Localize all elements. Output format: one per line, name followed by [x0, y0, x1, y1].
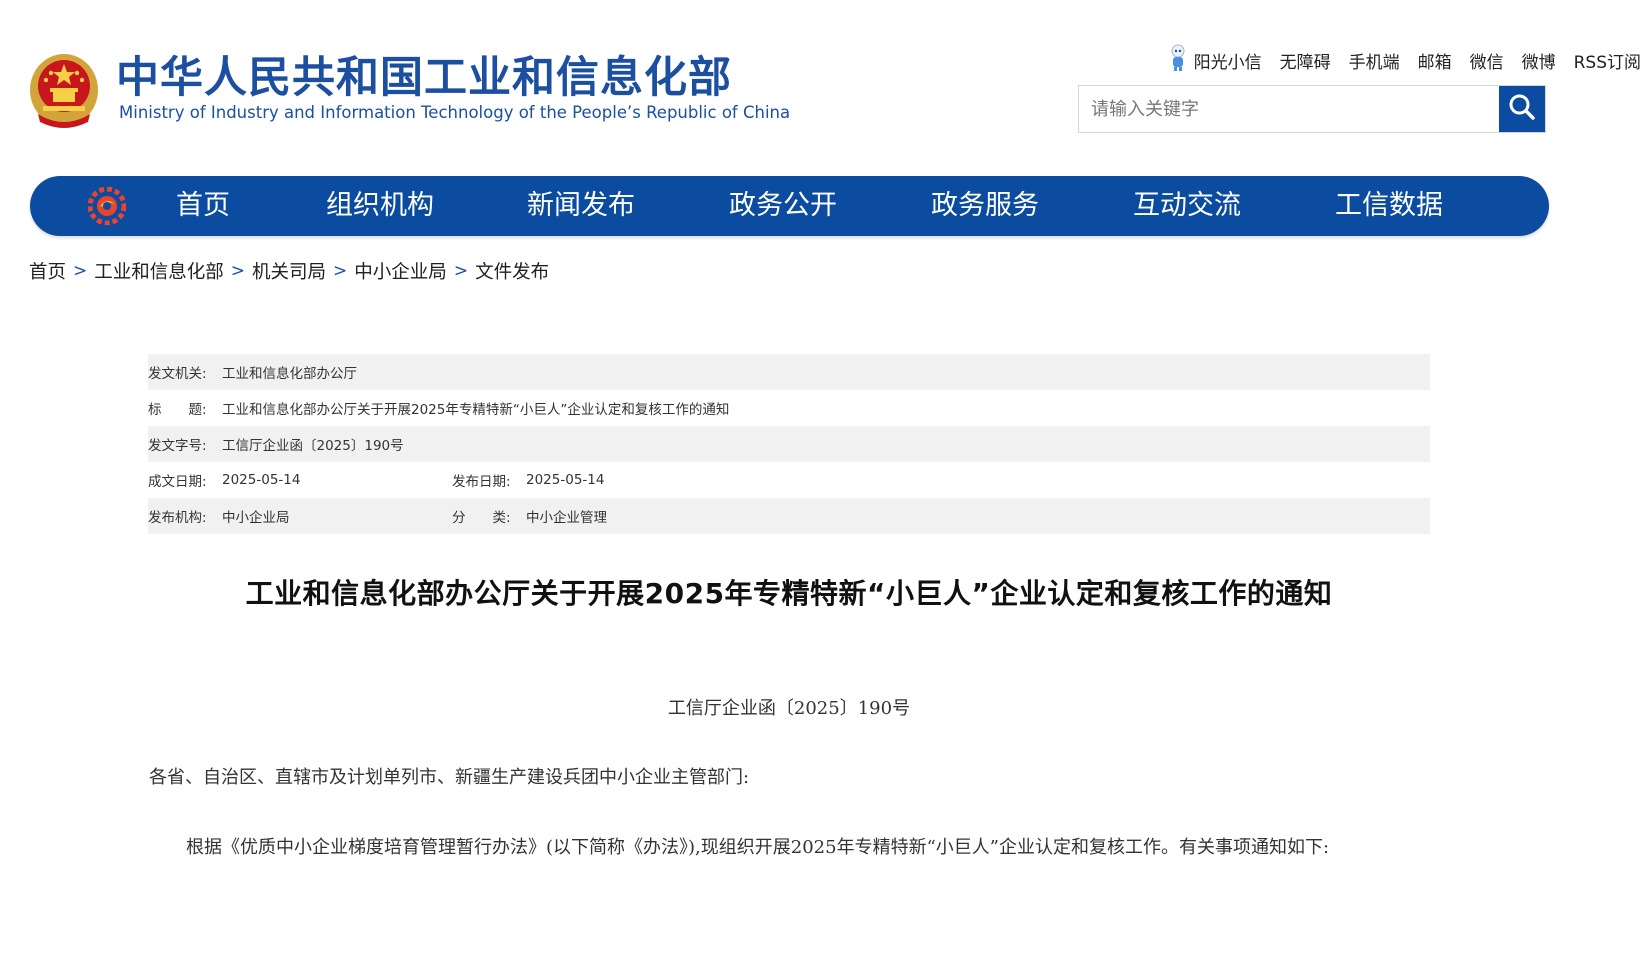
meta-label: 成文日期: [148, 474, 207, 490]
meta-label: 发布机构: [148, 510, 207, 526]
meta-org: 中小企业局 [222, 510, 290, 526]
breadcrumb-ministry[interactable]: 工业和信息化部 [94, 258, 224, 284]
link-mailbox[interactable]: 邮箱 [1418, 48, 1452, 73]
meta-row-title: 标 题: 工业和信息化部办公厅关于开展2025年专精特新“小巨人”企业认定和复核… [148, 390, 1430, 426]
meta-row-org: 发布机构: 中小企业局 分 类: 中小企业管理 [148, 498, 1430, 534]
meta-category: 中小企业管理 [526, 510, 607, 526]
meta-docno: 工信厅企业函〔2025〕190号 [222, 438, 404, 454]
document-metadata: 发文机关: 工业和信息化部办公厅 标 题: 工业和信息化部办公厅关于开展2025… [148, 354, 1430, 534]
meta-label: 发布日期: [452, 474, 511, 490]
nav-home[interactable]: 首页 [176, 176, 230, 236]
meta-row-docno: 发文字号: 工信厅企业函〔2025〕190号 [148, 426, 1430, 462]
meta-label: 标 题: [148, 402, 207, 418]
nav-data[interactable]: 工信数据 [1335, 176, 1443, 236]
breadcrumb-home[interactable]: 首页 [29, 258, 66, 284]
meta-org-cell: 发布机构: 中小企业局 [148, 506, 452, 526]
robot-mascot-icon [1168, 44, 1188, 77]
breadcrumb-sme-bureau[interactable]: 中小企业局 [354, 258, 447, 284]
breadcrumb-separator: > [333, 261, 348, 281]
link-sunshine[interactable]: 阳光小信 [1194, 48, 1262, 73]
meta-published-cell: 发布日期: 2025-05-14 [452, 470, 604, 490]
search-icon [1507, 92, 1537, 126]
search-button[interactable] [1499, 86, 1545, 132]
meta-written-cell: 成文日期: 2025-05-14 [148, 470, 452, 490]
meta-title: 工业和信息化部办公厅关于开展2025年专精特新“小巨人”企业认定和复核工作的通知 [222, 402, 730, 418]
search-input[interactable] [1079, 86, 1499, 132]
link-weibo[interactable]: 微博 [1522, 48, 1556, 73]
body-paragraph: 根据《优质中小企业梯度培育管理暂行办法》(以下简称《办法》),现组织开展2025… [186, 837, 1330, 858]
meta-row-issuer: 发文机关: 工业和信息化部办公厅 [148, 354, 1430, 390]
meta-issuer: 工业和信息化部办公厅 [222, 366, 357, 382]
breadcrumb-separator: > [230, 261, 246, 281]
meta-written-date: 2025-05-14 [222, 472, 301, 488]
article-title: 工业和信息化部办公厅关于开展2025年专精特新“小巨人”企业认定和复核工作的通知 [245, 577, 1333, 610]
link-accessibility[interactable]: 无障碍 [1280, 48, 1331, 73]
miit-gear-logo-icon [87, 186, 127, 226]
breadcrumb-documents[interactable]: 文件发布 [475, 258, 549, 284]
nav-organization[interactable]: 组织机构 [326, 176, 434, 236]
nav-interaction[interactable]: 互动交流 [1133, 176, 1241, 236]
link-wechat[interactable]: 微信 [1470, 48, 1504, 73]
breadcrumb-separator: > [453, 261, 469, 281]
meta-label: 发文字号: [148, 438, 207, 454]
main-nav: 首页 组织机构 新闻发布 政务公开 政务服务 互动交流 工信数据 [30, 176, 1549, 236]
site-subtitle: Ministry of Industry and Information Tec… [119, 103, 791, 122]
meta-label: 发文机关: [148, 366, 207, 382]
top-links: 阳光小信 无障碍 手机端 邮箱 微信 微博 RSS订阅 [1168, 44, 1641, 77]
meta-label: 分 类: [452, 510, 511, 526]
site-title: 中华人民共和国工业和信息化部 [116, 53, 732, 103]
nav-government-services[interactable]: 政务服务 [931, 176, 1039, 236]
search-box [1078, 85, 1546, 133]
breadcrumb: 首页 > 工业和信息化部 > 机关司局 > 中小企业局 > 文件发布 [29, 258, 549, 284]
breadcrumb-departments[interactable]: 机关司局 [252, 258, 326, 284]
recipient-line: 各省、自治区、直辖市及计划单列市、新疆生产建设兵团中小企业主管部门: [149, 767, 750, 788]
nav-government-affairs[interactable]: 政务公开 [729, 176, 837, 236]
document-number: 工信厅企业函〔2025〕190号 [667, 698, 911, 719]
link-mobile[interactable]: 手机端 [1349, 48, 1400, 73]
national-emblem-icon [28, 50, 100, 128]
meta-row-dates: 成文日期: 2025-05-14 发布日期: 2025-05-14 [148, 462, 1430, 498]
meta-published-date: 2025-05-14 [526, 472, 605, 488]
link-rss[interactable]: RSS订阅 [1574, 48, 1641, 73]
meta-category-cell: 分 类: 中小企业管理 [452, 506, 607, 526]
breadcrumb-separator: > [73, 261, 88, 281]
nav-news[interactable]: 新闻发布 [527, 176, 635, 236]
sunshine-link[interactable]: 阳光小信 [1168, 44, 1262, 77]
